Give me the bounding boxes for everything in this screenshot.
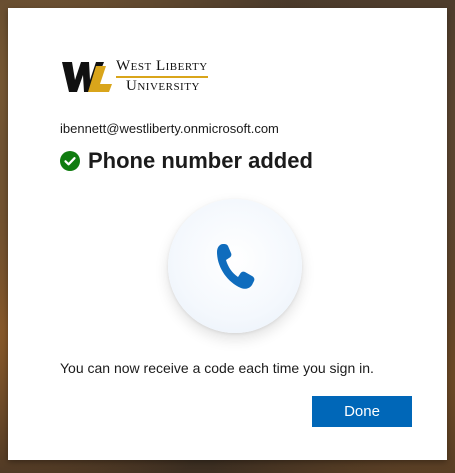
logo-line-1: West Liberty — [116, 57, 208, 74]
page-title: Phone number added — [88, 148, 313, 173]
dialog-card: West Liberty University ibennett@westlib… — [8, 8, 447, 460]
page-title-row: Phone number added — [60, 148, 313, 174]
logo-line-2: University — [116, 75, 208, 94]
phone-illustration — [168, 199, 302, 333]
done-button[interactable]: Done — [312, 396, 412, 427]
university-logo: West Liberty University — [60, 56, 208, 96]
wl-logo-icon — [62, 62, 112, 92]
account-identity: ibennett@westliberty.onmicrosoft.com — [60, 121, 279, 136]
logo-wordmark: West Liberty University — [116, 57, 208, 94]
check-circle-icon — [60, 151, 80, 171]
confirmation-message: You can now receive a code each time you… — [60, 360, 374, 376]
phone-icon — [217, 244, 255, 289]
